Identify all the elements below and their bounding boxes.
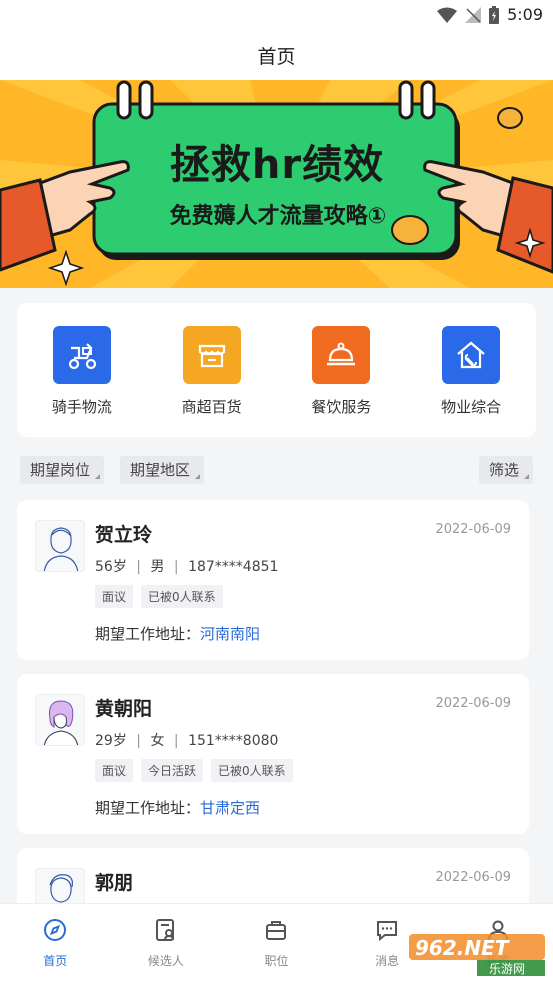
compass-icon: [44, 919, 67, 941]
filter-region-label: 期望地区: [130, 461, 191, 479]
category-label: 物业综合: [441, 398, 502, 416]
battery-icon: [489, 5, 500, 24]
filter-screen-label: 筛选: [488, 461, 519, 479]
scooter-icon: [52, 326, 111, 384]
tab-candidates[interactable]: 候选人: [111, 904, 222, 983]
location-city: 甘肃定西: [200, 799, 261, 817]
location-label: 期望工作地址：: [95, 625, 201, 643]
category-label: 餐饮服务: [311, 398, 372, 416]
filter-bar: 期望岗位 期望地区 筛选: [20, 456, 533, 484]
candidate-info: 56岁 | 男 | 187****4851: [95, 559, 279, 575]
candidate-gender: 男: [150, 559, 165, 575]
candidate-location: 期望工作地址：河南南阳: [95, 623, 260, 644]
candidate-card[interactable]: 贺立玲 2022-06-09 56岁 | 男 | 187****4851 面议 …: [17, 500, 529, 660]
dropdown-icon: [195, 474, 201, 479]
candidate-date: 2022-06-09: [435, 696, 511, 711]
tag: 面议: [95, 759, 134, 782]
status-bar: 5:09: [0, 0, 553, 30]
promo-banner[interactable]: 拯救hr绩效 免费薅人才流量攻略①: [0, 80, 553, 288]
tag: 已被0人联系: [141, 585, 223, 608]
category-card: 骑手物流 商超百货 餐饮服务 物业综合: [17, 303, 536, 437]
watermark-logo: 962.NET 乐游网: [407, 930, 547, 978]
filter-screen[interactable]: 筛选: [478, 456, 533, 484]
tag: 今日活跃: [141, 759, 204, 782]
category-rider-logistics[interactable]: 骑手物流: [27, 326, 137, 417]
tag: 已被0人联系: [211, 759, 293, 782]
tab-label: 消息: [375, 954, 400, 968]
candidate-age: 56岁: [95, 559, 127, 575]
candidate-phone: 151****8080: [188, 733, 279, 749]
watermark-sub: 乐游网: [489, 962, 526, 976]
tab-label: 候选人: [147, 954, 184, 968]
candidate-tags: 面议 今日活跃 已被0人联系: [95, 759, 293, 782]
title-bar: 首页: [0, 30, 553, 80]
tab-label: 职位: [264, 954, 289, 968]
tag: 面议: [95, 585, 134, 608]
filter-region[interactable]: 期望地区: [120, 456, 205, 484]
filter-position[interactable]: 期望岗位: [20, 456, 105, 484]
candidate-date: 2022-06-09: [435, 870, 511, 885]
banner-subtitle: 免费薅人才流量攻略①: [169, 204, 387, 229]
candidate-name: 郭朋: [95, 872, 134, 894]
wifi-icon: [437, 7, 458, 23]
avatar: [35, 520, 85, 572]
page-title: 首页: [257, 45, 296, 68]
category-supermarket[interactable]: 商超百货: [157, 326, 267, 417]
category-label: 商超百货: [181, 398, 242, 416]
no-signal-icon: [465, 6, 482, 23]
store-icon: [182, 326, 241, 384]
candidate-doc-icon: [155, 919, 174, 941]
category-property[interactable]: 物业综合: [416, 326, 526, 417]
house-wrench-icon: [442, 326, 501, 384]
dropdown-icon: [524, 474, 529, 479]
tab-label: 首页: [43, 954, 68, 968]
status-time: 5:09: [507, 5, 543, 24]
candidate-date: 2022-06-09: [435, 522, 511, 537]
candidate-card[interactable]: 黄朝阳 2022-06-09 29岁 | 女 | 151****8080 面议 …: [17, 674, 529, 834]
briefcase-icon: [266, 921, 287, 940]
candidate-name: 贺立玲: [95, 524, 153, 546]
service-bell-icon: [312, 326, 371, 384]
candidate-phone: 187****4851: [188, 559, 279, 575]
location-label: 期望工作地址：: [95, 799, 201, 817]
candidate-age: 29岁: [95, 733, 127, 749]
tab-home[interactable]: 首页: [0, 904, 111, 983]
avatar: [35, 694, 85, 746]
candidate-tags: 面议 已被0人联系: [95, 585, 223, 608]
status-icons: 5:09: [437, 5, 543, 24]
candidate-info: 29岁 | 女 | 151****8080: [95, 733, 279, 749]
message-icon: [377, 921, 398, 942]
watermark-text: 962.NET: [415, 936, 509, 960]
candidate-gender: 女: [150, 733, 165, 749]
candidate-location: 期望工作地址：甘肃定西: [95, 797, 260, 818]
candidate-name: 黄朝阳: [95, 698, 153, 720]
tab-jobs[interactable]: 职位: [221, 904, 332, 983]
filter-position-label: 期望岗位: [30, 461, 91, 479]
dropdown-icon: [95, 474, 101, 479]
location-city: 河南南阳: [200, 625, 261, 643]
category-label: 骑手物流: [51, 398, 112, 416]
category-catering[interactable]: 餐饮服务: [286, 326, 396, 417]
banner-title: 拯救hr绩效: [169, 142, 385, 188]
